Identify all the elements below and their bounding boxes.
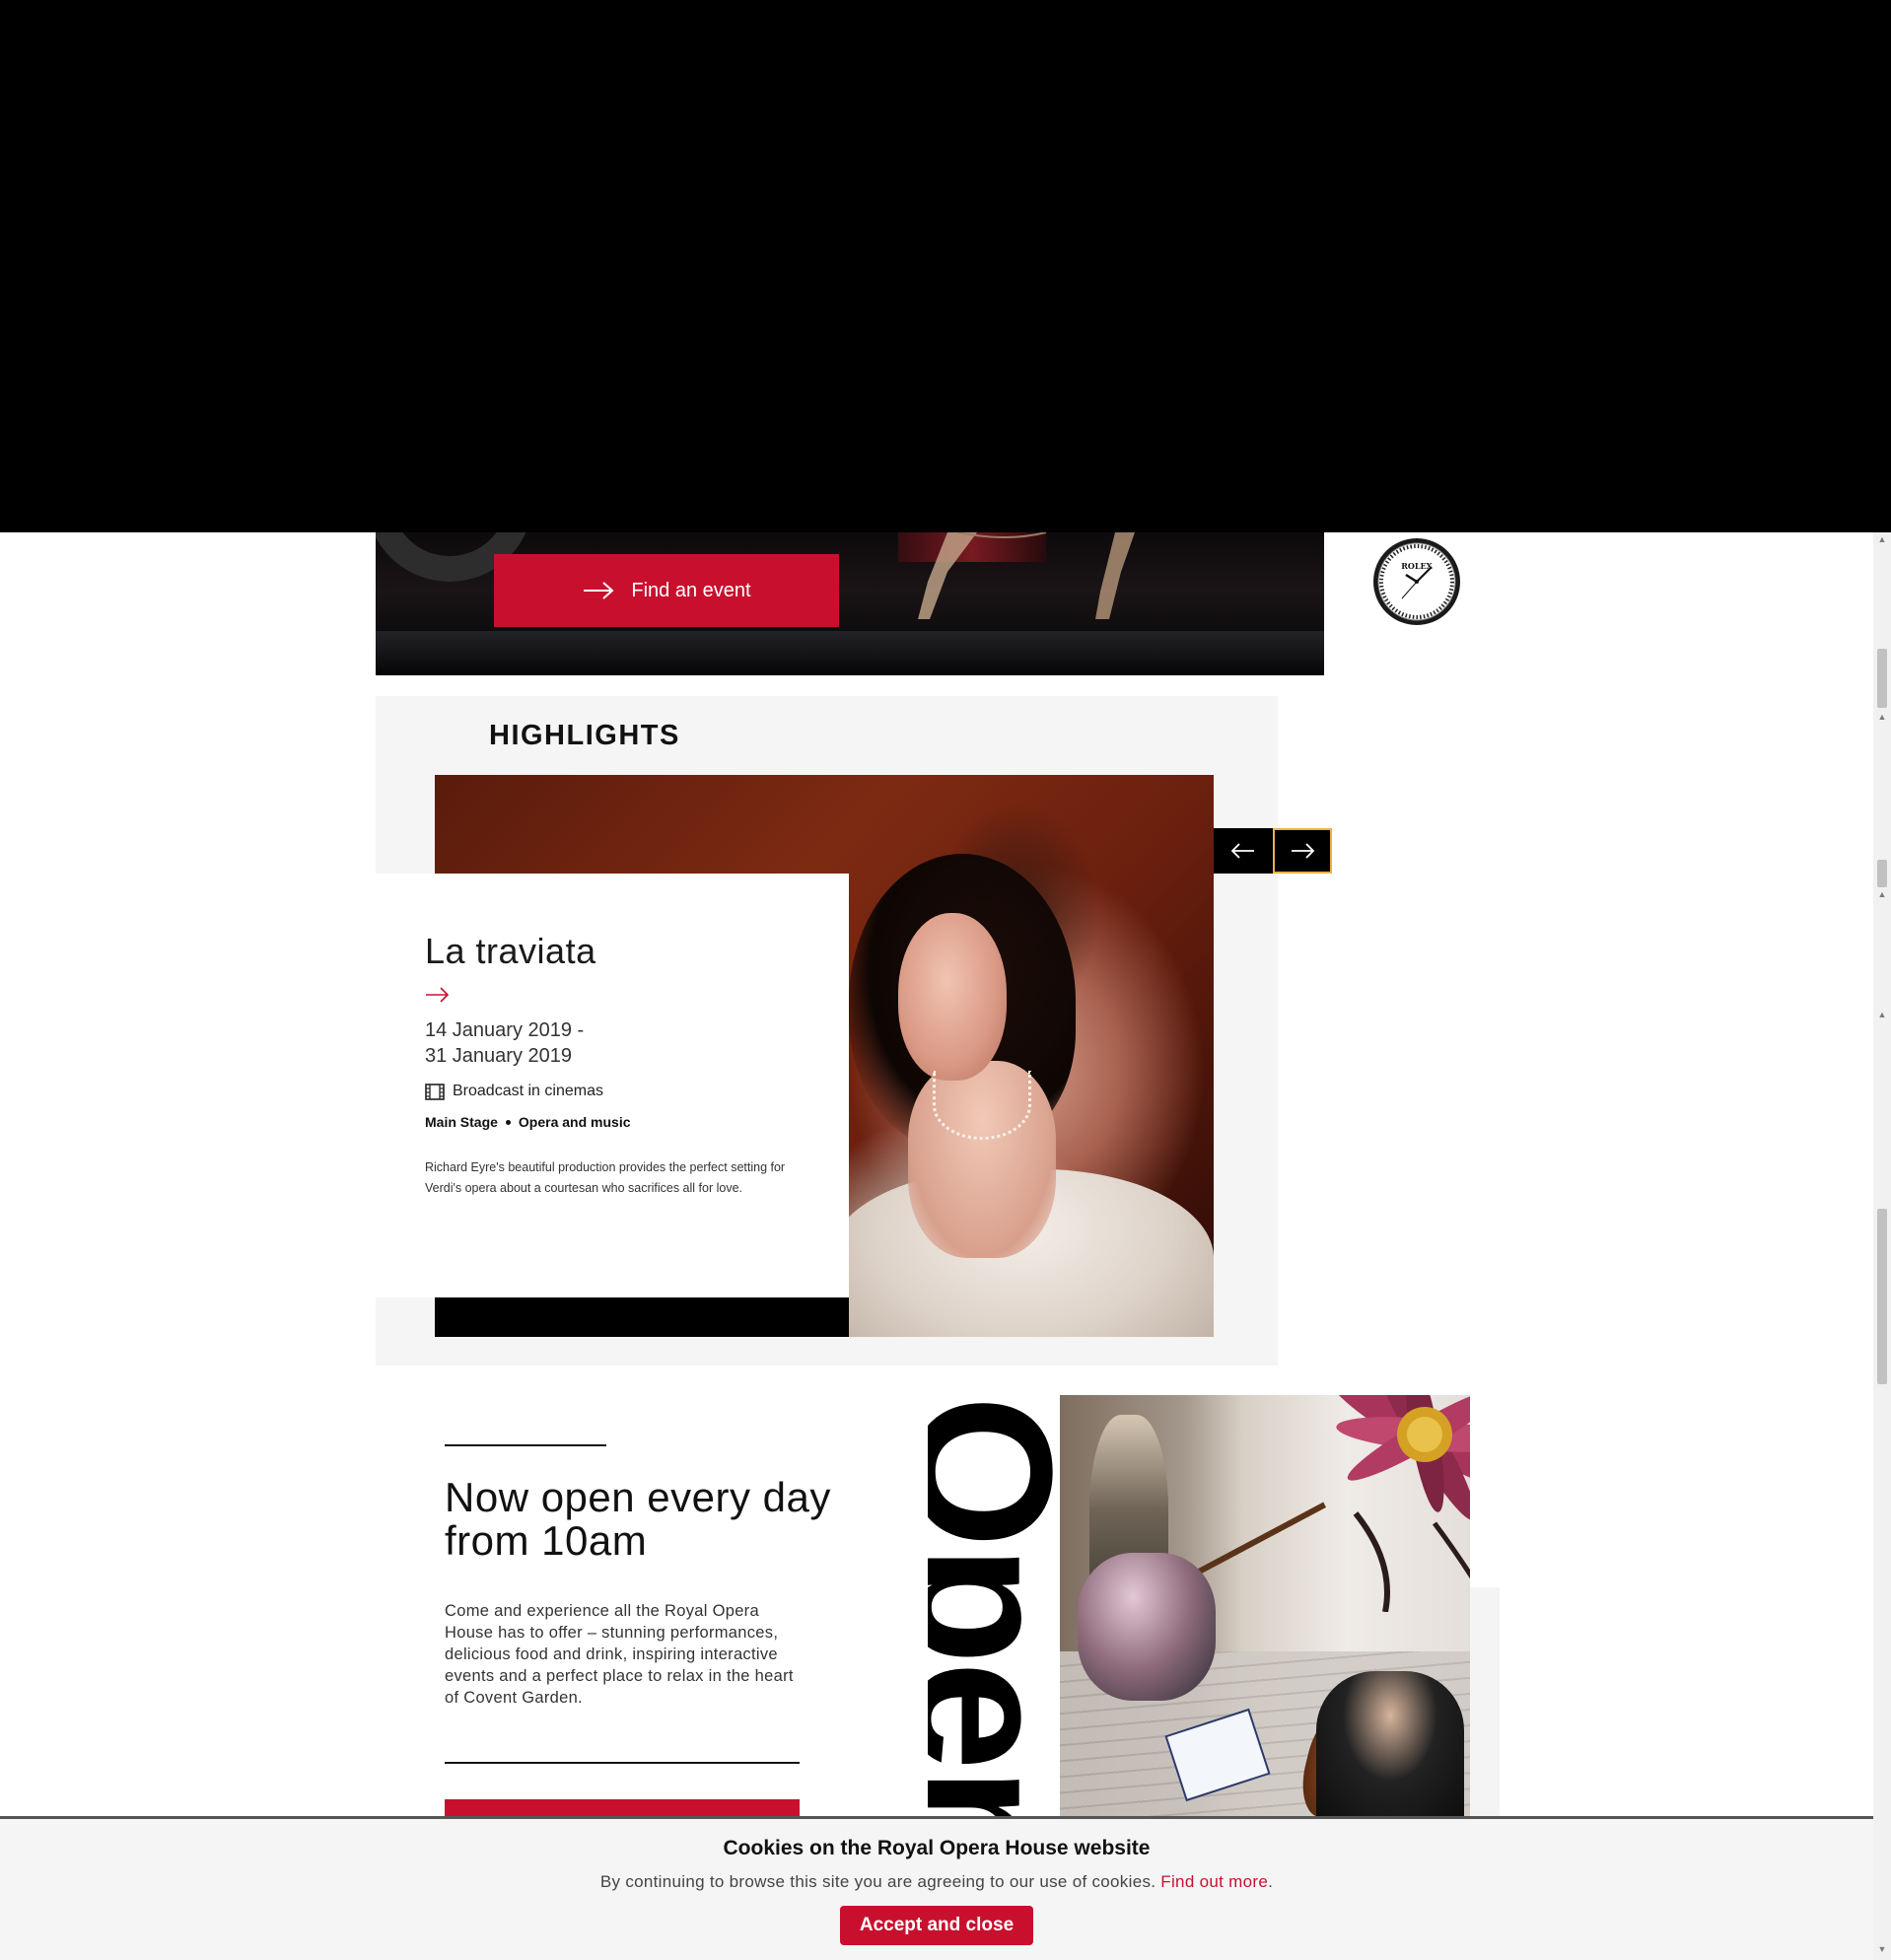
cellist — [1316, 1671, 1464, 1819]
scrollbar-thumb-1[interactable] — [1877, 649, 1887, 708]
open-grey-panel — [1470, 1587, 1500, 1819]
event-title[interactable]: La traviata — [425, 931, 800, 972]
cookie-text-body: By continuing to browse this site you ar… — [599, 1872, 1161, 1891]
arrow-left-icon — [1230, 843, 1254, 859]
event-venue: Main Stage — [425, 1114, 498, 1130]
carousel-arrows — [1214, 828, 1332, 874]
scroll-up-arrow-icon[interactable]: ▲ — [1877, 712, 1887, 722]
highlights-section: HIGHLIGHTS La traviata 14 January 2019 -… — [376, 696, 1332, 1365]
divider-bottom — [445, 1762, 800, 1764]
now-open-title: Now open every day from 10am — [445, 1474, 831, 1564]
image-bottom-strip — [435, 1297, 849, 1337]
cookie-banner: Cookies on the Royal Opera House website… — [0, 1816, 1873, 1960]
cookie-find-out-more-link[interactable]: Find out more — [1160, 1872, 1268, 1891]
scroll-up-arrow-icon[interactable]: ▲ — [1877, 889, 1887, 899]
scrollbar-thumb-main[interactable] — [1877, 1209, 1887, 1384]
event-description: Richard Eyre's beautiful production prov… — [425, 1160, 786, 1195]
scroll-down-arrow-icon[interactable]: ▼ — [1877, 1944, 1887, 1954]
highlights-heading: HIGHLIGHTS — [489, 720, 680, 751]
event-card: La traviata 14 January 2019 - 31 January… — [376, 874, 849, 1297]
event-date-end: 31 January 2019 — [425, 1045, 573, 1067]
arrow-right-icon — [584, 582, 614, 599]
flower-artwork — [1330, 1395, 1470, 1612]
event-broadcast: Broadcast in cinemas — [425, 1083, 800, 1100]
hero-floor — [376, 631, 1324, 675]
scrollbar-thumb-2[interactable] — [1877, 860, 1887, 887]
carousel-prev-button[interactable] — [1214, 828, 1273, 874]
divider-top — [445, 1444, 606, 1446]
singer-necklace — [933, 1071, 1031, 1140]
cookie-text: By continuing to browse this site you ar… — [0, 1872, 1873, 1892]
event-dates: 14 January 2019 - 31 January 2019 — [425, 1017, 800, 1069]
open-big-word: Open — [928, 1395, 1056, 1819]
film-icon — [425, 1083, 445, 1100]
open-big-word-text: Open — [928, 1395, 1056, 1819]
open-photo — [1060, 1395, 1470, 1819]
tag-separator-dot — [505, 1119, 511, 1125]
arrow-right-icon — [1292, 843, 1315, 859]
hero-banner: Find an event — [376, 532, 1324, 675]
cookie-title: Cookies on the Royal Opera House website — [723, 1837, 1151, 1859]
event-broadcast-label: Broadcast in cinemas — [453, 1083, 603, 1099]
scroll-up-arrow-icon[interactable]: ▲ — [1877, 1010, 1887, 1019]
accept-cookies-button[interactable]: Accept and close — [839, 1906, 1034, 1945]
event-date-start: 14 January 2019 - — [425, 1019, 585, 1041]
now-open-body: Come and experience all the Royal Opera … — [445, 1602, 794, 1707]
carousel-next-button[interactable] — [1273, 828, 1332, 874]
singer-face — [898, 913, 1007, 1081]
event-tags: Main Stage Opera and music — [425, 1114, 800, 1130]
hero-dancer-legs-image — [918, 532, 1135, 619]
rolex-clock-logo[interactable]: ROLEX — [1372, 537, 1461, 626]
video-area-black — [0, 0, 1891, 532]
seated-couple — [1078, 1553, 1216, 1701]
event-category: Opera and music — [518, 1114, 631, 1130]
find-event-button[interactable]: Find an event — [494, 554, 839, 627]
arrow-right-icon[interactable] — [425, 986, 451, 1004]
page-scrollbar[interactable]: ▲ ▲ ▲ ▲ ▼ — [1873, 532, 1891, 1960]
scroll-up-arrow-icon[interactable]: ▲ — [1877, 534, 1887, 544]
cookie-text-end: . — [1268, 1872, 1274, 1891]
find-event-label: Find an event — [631, 579, 751, 601]
now-open-section: Now open every day from 10am Come and ex… — [376, 1395, 1500, 1858]
